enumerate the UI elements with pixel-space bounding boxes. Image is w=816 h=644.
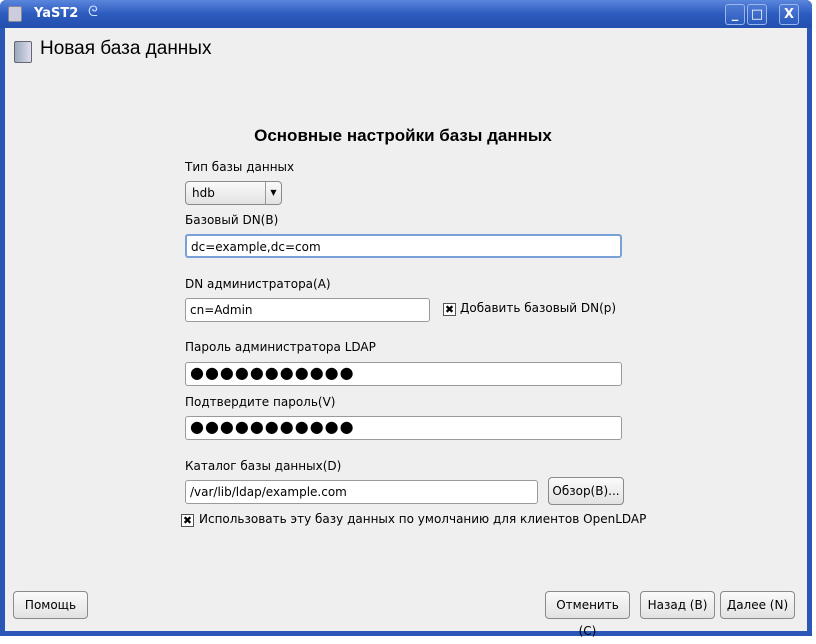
admin-dn-input[interactable]: cn=Admin — [185, 298, 430, 322]
chevron-down-icon: ▼ — [265, 182, 281, 204]
back-button[interactable]: Назад (B) — [640, 591, 715, 619]
append-base-dn-label: Добавить базовый DN(p) — [460, 301, 617, 315]
password-input[interactable]: ●●●●●●●●●●● — [185, 362, 622, 386]
minimize-button[interactable]: _ — [725, 4, 745, 25]
append-base-dn-checkbox[interactable]: ✖ — [443, 303, 456, 316]
db-type-select[interactable]: hdb ▼ — [185, 181, 282, 205]
db-dir-label: Каталог базы данных(D) — [185, 459, 342, 473]
window-title: YaST2 — [34, 6, 79, 21]
password-label: Пароль администратора LDAP — [185, 340, 376, 354]
db-type-value: hdb — [192, 186, 215, 200]
app-icon — [8, 6, 22, 22]
next-button[interactable]: Далее (N) — [720, 591, 795, 619]
database-icon — [14, 41, 32, 63]
admin-dn-label: DN администратора(A) — [185, 277, 331, 291]
maximize-button[interactable]: □ — [747, 4, 767, 25]
base-dn-label: Базовый DN(B) — [185, 213, 279, 227]
close-button[interactable]: X — [779, 4, 799, 25]
use-default-label: Использовать эту базу данных по умолчани… — [199, 512, 647, 526]
title-bar[interactable]: YaST2 ᘓ _ □ X — [0, 0, 812, 28]
yast-window: YaST2 ᘓ _ □ X Новая база данных Основные… — [0, 0, 812, 638]
use-default-checkbox[interactable]: ✖ — [181, 514, 194, 527]
section-heading: Основные настройки базы данных — [254, 126, 552, 145]
gecko-icon: ᘓ — [88, 4, 98, 20]
cancel-button[interactable]: Отменить (C) — [545, 591, 630, 638]
db-type-label: Тип базы данных — [185, 160, 295, 174]
confirm-password-label: Подтвердите пароль(V) — [185, 395, 336, 409]
help-button[interactable]: Помощь — [13, 591, 88, 619]
base-dn-input[interactable]: dc=example,dc=com — [185, 234, 622, 258]
confirm-password-input[interactable]: ●●●●●●●●●●● — [185, 416, 622, 440]
page-title: Новая база данных — [40, 38, 212, 59]
browse-button[interactable]: Обзор(B)... — [548, 477, 624, 505]
client-area: Новая база данных Основные настройки баз… — [5, 28, 807, 638]
db-dir-input[interactable]: /var/lib/ldap/example.com — [185, 480, 538, 504]
